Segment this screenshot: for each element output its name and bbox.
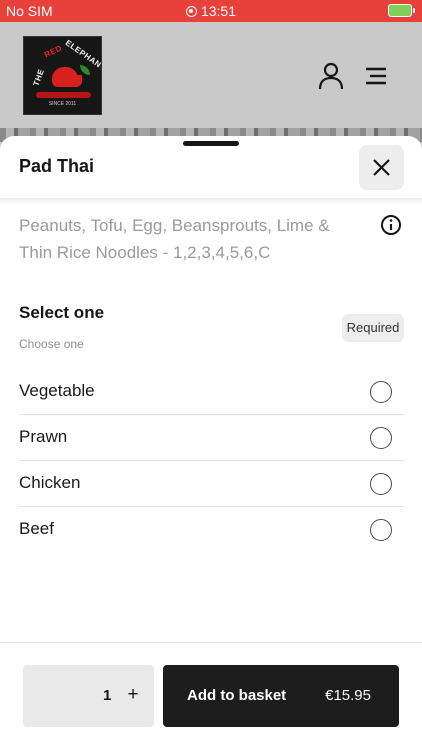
add-to-basket-label: Add to basket — [187, 687, 287, 704]
option-group-subtitle: Choose one — [19, 337, 84, 351]
increment-button[interactable]: + — [123, 683, 143, 707]
required-badge: Required — [342, 314, 404, 342]
option-group-title: Select one — [19, 303, 105, 322]
sheet-grabber[interactable] — [183, 141, 239, 146]
status-bar: No SIM 13:51 — [0, 0, 422, 22]
option-prawn[interactable]: Prawn — [19, 415, 404, 461]
quantity-stepper[interactable]: 1 + — [23, 665, 154, 727]
battery-icon — [388, 4, 415, 17]
option-label: Beef — [19, 519, 54, 538]
option-vegetable[interactable]: Vegetable — [19, 369, 404, 415]
option-list: Vegetable Prawn Chicken Beef — [19, 369, 404, 553]
logo-since: SINCE 2011 — [48, 101, 77, 107]
quantity-value: 1 — [103, 687, 112, 704]
item-description: Peanuts, Tofu, Egg, Beansprouts, Lime & … — [19, 216, 330, 262]
user-icon[interactable] — [318, 62, 344, 90]
app-header: THE RED ELEPHANT SINCE 2011 — [0, 22, 422, 128]
title-divider — [0, 198, 422, 204]
option-chicken[interactable]: Chicken — [19, 461, 404, 507]
item-title: Pad Thai — [19, 156, 95, 176]
radio-button[interactable] — [370, 519, 392, 541]
option-label: Vegetable — [19, 381, 95, 400]
option-beef[interactable]: Beef — [19, 507, 404, 553]
time-label: 13:51 — [200, 3, 237, 19]
logo-ribbon — [36, 92, 91, 98]
radio-button[interactable] — [370, 427, 392, 449]
restaurant-logo[interactable]: THE RED ELEPHANT SINCE 2011 — [23, 36, 102, 115]
radio-button[interactable] — [370, 473, 392, 495]
price-label: €15.95 — [325, 687, 371, 704]
footer-divider — [0, 642, 422, 643]
menu-icon[interactable] — [364, 66, 388, 86]
status-clock: 13:51 — [0, 3, 422, 19]
radio-button[interactable] — [370, 381, 392, 403]
close-icon — [373, 159, 390, 176]
location-icon — [185, 6, 197, 17]
option-label: Chicken — [19, 473, 81, 492]
logo-text-the: THE — [31, 67, 46, 88]
leaf-icon — [80, 65, 90, 75]
logo-text-red: RED — [42, 43, 64, 60]
elephant-trunk — [74, 75, 82, 87]
item-sheet: Pad Thai Peanuts, Tofu, Egg, Beansprouts… — [0, 136, 422, 750]
add-to-basket-button[interactable]: Add to basket €15.95 — [163, 665, 399, 727]
option-label: Prawn — [19, 427, 68, 446]
close-button[interactable] — [359, 145, 404, 190]
info-icon[interactable] — [380, 214, 402, 236]
